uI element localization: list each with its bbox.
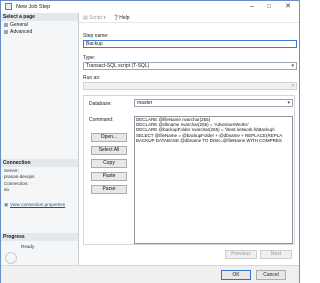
command-panel: Database: master ▾ Command: Open... Sele… xyxy=(83,95,295,245)
progress-spinner-icon xyxy=(5,252,17,264)
page-item-label: Advanced xyxy=(10,29,33,35)
app-icon xyxy=(5,3,12,10)
page-item-general[interactable]: General xyxy=(4,22,28,29)
step-name-input[interactable]: Backup xyxy=(83,40,297,48)
title-bar: New Job Step – □ ✕ xyxy=(1,1,299,13)
select-page-header: Select a page xyxy=(1,13,78,21)
command-editor[interactable]: DECLARE @fileName nvarchar(255) DECLARE … xyxy=(134,116,293,244)
maximize-button[interactable]: □ xyxy=(262,1,276,13)
cancel-button[interactable]: Cancel xyxy=(256,270,286,280)
chevron-down-icon: ▾ xyxy=(287,100,290,106)
page-item-label: General xyxy=(10,22,28,28)
page-icon xyxy=(4,22,8,27)
command-line: DECLARE @backupFolder nvarchar(255) = '\… xyxy=(136,127,275,133)
server-value: pranas-devops xyxy=(4,174,35,179)
new-job-step-window: New Job Step – □ ✕ Select a page General… xyxy=(0,0,300,283)
command-line: BACKUP DATABASE @dbname TO DISK=@fileNam… xyxy=(136,137,282,143)
connection-value: sa xyxy=(4,187,9,192)
database-value: master xyxy=(137,100,153,106)
chevron-down-icon: ▾ xyxy=(291,63,294,69)
chevron-down-icon: ▾ xyxy=(103,15,106,21)
help-button[interactable]: ❓Help xyxy=(113,15,130,21)
copy-button[interactable]: Copy xyxy=(91,159,127,168)
footer-bar: OK Cancel xyxy=(1,265,299,283)
database-label: Database: xyxy=(89,101,112,107)
status-text: Ready xyxy=(21,244,35,249)
select-all-button[interactable]: Select All xyxy=(91,146,127,155)
run-as-select[interactable]: ▾ xyxy=(83,82,297,90)
page-icon xyxy=(4,29,8,34)
main-pane: ▤ Script ▾ ❓Help Step name: Backup Type:… xyxy=(79,13,299,265)
run-as-label: Run as: xyxy=(83,75,101,81)
script-label: Script xyxy=(89,15,102,21)
properties-icon: ▣ xyxy=(4,202,9,207)
type-select[interactable]: Transact-SQL script (T-SQL) ▾ xyxy=(83,62,297,70)
help-label: Help xyxy=(119,15,130,21)
step-name-label: Step name: xyxy=(83,33,109,39)
database-select[interactable]: master ▾ xyxy=(134,99,293,107)
view-connection-properties-link[interactable]: View connection properties xyxy=(10,202,65,208)
ok-button[interactable]: OK xyxy=(221,270,251,280)
progress-header: Progress xyxy=(1,233,78,241)
next-button[interactable]: Next xyxy=(260,250,292,259)
page-item-advanced[interactable]: Advanced xyxy=(4,29,32,36)
left-pane: Select a page General Advanced Connectio… xyxy=(1,13,79,265)
parse-button[interactable]: Parse xyxy=(91,185,127,194)
open-button[interactable]: Open... xyxy=(91,133,127,142)
toolbar: ▤ Script ▾ ❓Help xyxy=(79,13,299,23)
window-title: New Job Step xyxy=(16,4,51,10)
minimize-button[interactable]: – xyxy=(245,1,259,13)
close-button[interactable]: ✕ xyxy=(281,1,295,13)
type-label: Type: xyxy=(83,55,96,61)
paste-button[interactable]: Paste xyxy=(91,172,127,181)
previous-button[interactable]: Previous xyxy=(225,250,257,259)
chevron-down-icon: ▾ xyxy=(291,83,294,89)
script-button[interactable]: ▤ Script ▾ xyxy=(83,15,106,21)
connection-header: Connection xyxy=(1,159,78,167)
type-value: Transact-SQL script (T-SQL) xyxy=(86,63,150,69)
command-label: Command: xyxy=(89,117,114,123)
script-icon: ▤ xyxy=(83,15,88,21)
